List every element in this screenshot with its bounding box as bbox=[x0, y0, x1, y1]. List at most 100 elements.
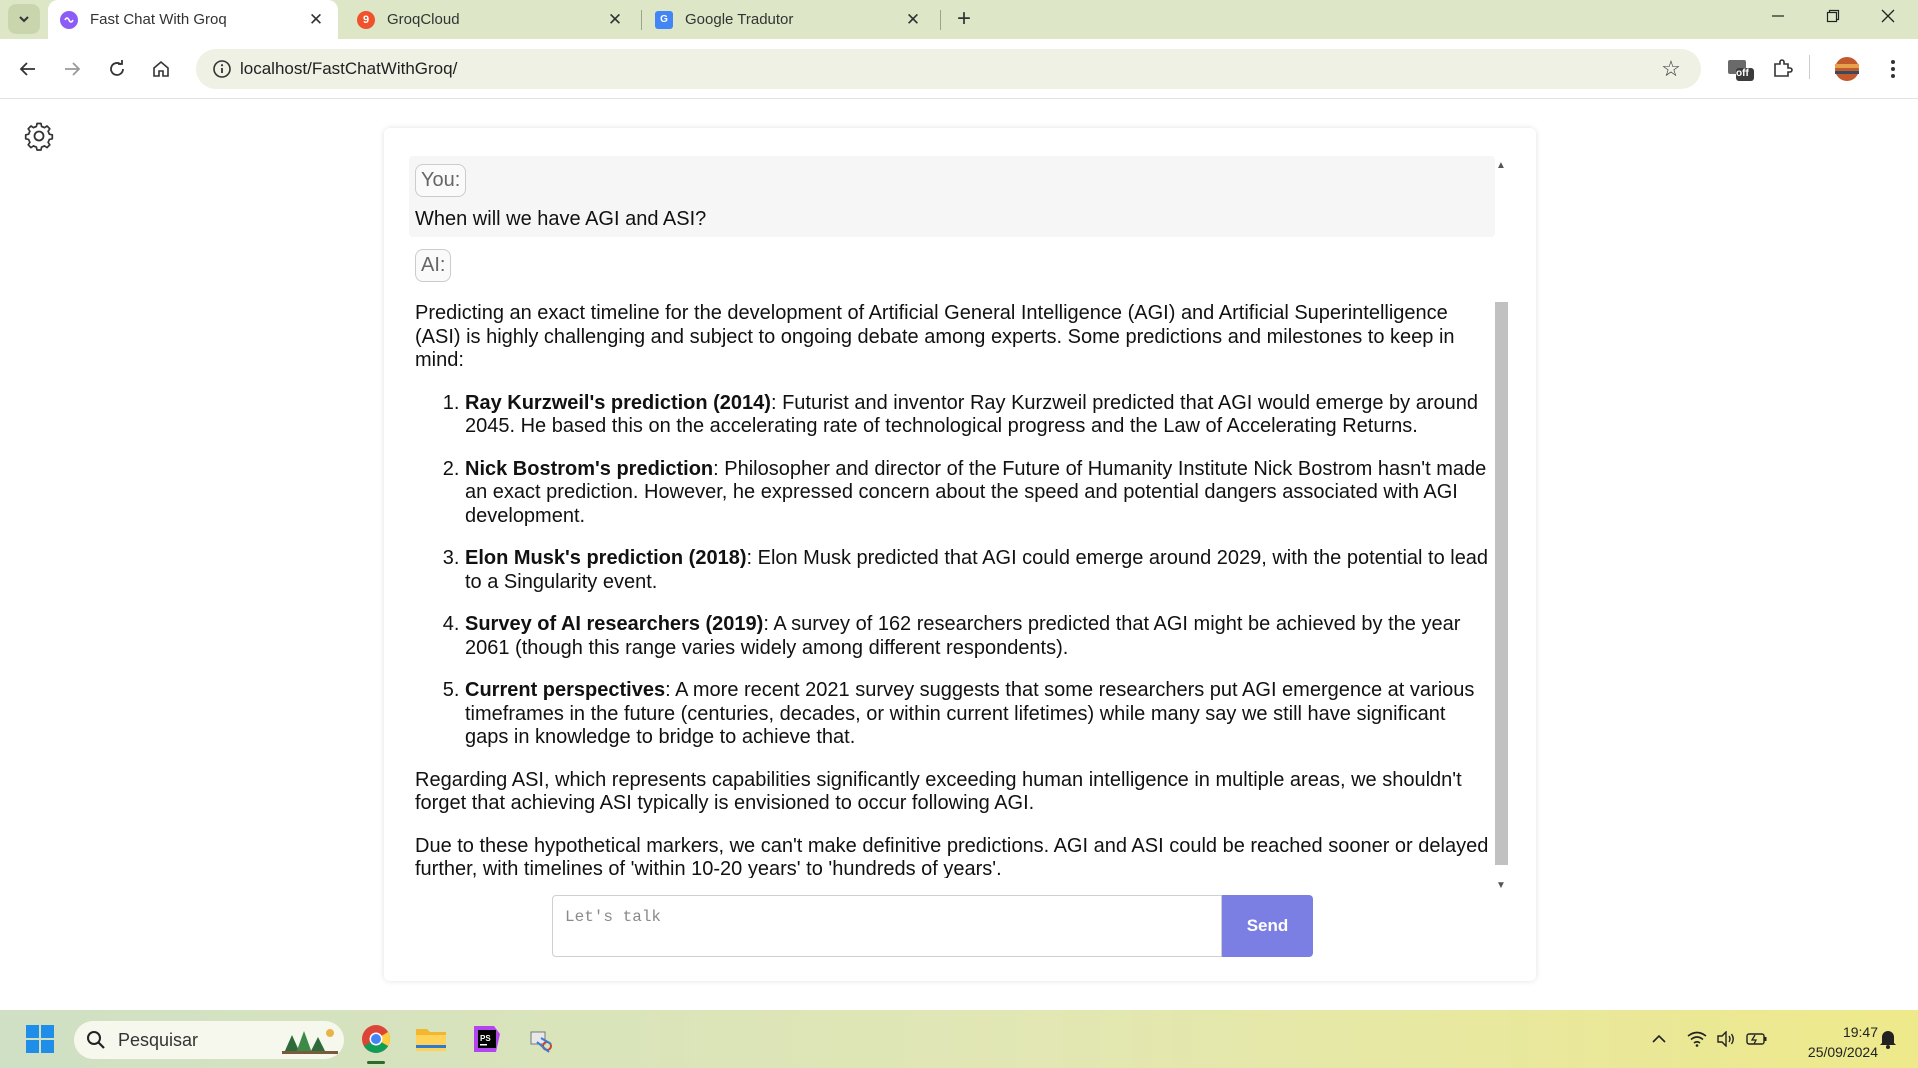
tab-divider bbox=[641, 10, 642, 30]
wifi-icon[interactable] bbox=[1685, 1027, 1709, 1051]
google-translate-favicon-icon: G bbox=[655, 10, 673, 29]
chat-messages[interactable]: You: When will we have AGI and ASI? AI: … bbox=[409, 156, 1495, 878]
taskbar-chrome[interactable] bbox=[356, 1019, 396, 1059]
start-button[interactable] bbox=[20, 1019, 60, 1059]
user-message-text: When will we have AGI and ASI? bbox=[415, 208, 707, 230]
user-label: You: bbox=[415, 164, 467, 197]
list-item-title: Survey of AI researchers (2019) bbox=[465, 613, 764, 635]
close-tab-icon[interactable]: ✕ bbox=[605, 10, 625, 30]
taskbar-snipping-tool[interactable] bbox=[522, 1019, 562, 1059]
list-item: Current perspectives: A more recent 2021… bbox=[465, 679, 1489, 750]
tab-title: Fast Chat With Groq bbox=[90, 11, 227, 28]
settings-button[interactable] bbox=[24, 121, 58, 155]
search-icon bbox=[87, 1031, 105, 1049]
close-window-button[interactable] bbox=[1861, 0, 1915, 32]
ai-label: AI: bbox=[415, 249, 452, 282]
system-clock[interactable]: 19:47 25/09/2024 bbox=[1778, 1022, 1878, 1062]
tab-search-button[interactable] bbox=[8, 4, 40, 34]
battery-icon[interactable] bbox=[1745, 1027, 1769, 1051]
notification-bell-icon[interactable] bbox=[1876, 1027, 1900, 1051]
taskbar-file-explorer[interactable] bbox=[411, 1019, 451, 1059]
close-icon bbox=[1881, 9, 1895, 23]
scrollbar-thumb[interactable] bbox=[1495, 302, 1508, 865]
ai-paragraph: Regarding ASI, which represents capabili… bbox=[415, 768, 1462, 815]
groq-chat-favicon-icon bbox=[60, 10, 78, 29]
extension-off-button[interactable]: off bbox=[1724, 53, 1756, 85]
search-highlight-icon bbox=[282, 1029, 338, 1054]
reload-icon bbox=[110, 60, 124, 76]
scroll-up-icon[interactable]: ▲ bbox=[1492, 156, 1510, 174]
list-item: Elon Musk's prediction (2018): Elon Musk… bbox=[465, 547, 1489, 594]
minimize-icon bbox=[1772, 15, 1784, 17]
ai-paragraph: Due to these hypothetical markers, we ca… bbox=[415, 834, 1489, 879]
extension-badge: off bbox=[1736, 68, 1749, 79]
user-message: You: When will we have AGI and ASI? bbox=[409, 156, 1495, 237]
close-tab-icon[interactable]: ✕ bbox=[306, 10, 326, 30]
clock-time: 19:47 bbox=[1842, 1024, 1878, 1040]
new-tab-button[interactable]: + bbox=[949, 4, 979, 34]
avatar-icon bbox=[1835, 57, 1859, 81]
tab-title: GroqCloud bbox=[387, 11, 460, 28]
folder-icon bbox=[416, 1029, 446, 1051]
list-item-title: Current perspectives bbox=[465, 679, 666, 701]
tab-fast-chat[interactable]: Fast Chat With Groq ✕ bbox=[48, 0, 338, 39]
url-text[interactable]: localhost/FastChatWithGroq/ bbox=[240, 59, 1651, 79]
arrow-left-icon bbox=[19, 62, 35, 76]
clock-date: 25/09/2024 bbox=[1807, 1044, 1878, 1060]
list-item-title: Elon Musk's prediction (2018) bbox=[465, 547, 747, 569]
ai-message-text: Predicting an exact timeline for the dev… bbox=[415, 302, 1489, 878]
forward-button[interactable] bbox=[56, 53, 88, 85]
list-item-title: Nick Bostrom's prediction bbox=[465, 457, 714, 480]
back-button[interactable] bbox=[12, 53, 44, 85]
more-vertical-icon bbox=[1891, 60, 1895, 78]
puzzle-icon bbox=[1774, 59, 1793, 77]
profile-button[interactable] bbox=[1831, 53, 1863, 85]
site-info-icon[interactable] bbox=[204, 59, 240, 79]
list-item: Ray Kurzweil's prediction (2014): Futuri… bbox=[465, 392, 1489, 439]
tab-groqcloud[interactable]: 9 GroqCloud ✕ bbox=[347, 0, 637, 39]
chat-container: You: When will we have AGI and ASI? AI: … bbox=[384, 128, 1536, 981]
browser-tab-bar: Fast Chat With Groq ✕ 9 GroqCloud ✕ G Go… bbox=[0, 0, 1918, 39]
toolbar-divider bbox=[1809, 55, 1810, 79]
svg-text:PS: PS bbox=[480, 1034, 491, 1043]
volume-icon[interactable] bbox=[1714, 1027, 1738, 1051]
scroll-down-icon[interactable]: ▼ bbox=[1492, 876, 1510, 894]
restore-button[interactable] bbox=[1806, 0, 1860, 32]
chat-input-row: Send bbox=[552, 895, 1313, 957]
message-input[interactable] bbox=[552, 895, 1222, 957]
home-icon bbox=[153, 60, 169, 77]
windows-taskbar: Pesquisar PS 19:47 25/09/2024 bbox=[0, 1010, 1918, 1068]
close-tab-icon[interactable]: ✕ bbox=[903, 10, 923, 30]
tab-title: Google Tradutor bbox=[685, 11, 794, 28]
browser-menu-button[interactable] bbox=[1877, 53, 1909, 85]
taskbar-phpstorm[interactable]: PS bbox=[467, 1019, 507, 1059]
ai-intro-paragraph: Predicting an exact timeline for the dev… bbox=[415, 302, 1455, 371]
reload-button[interactable] bbox=[101, 53, 133, 85]
restore-icon bbox=[1826, 9, 1840, 23]
list-item: Survey of AI researchers (2019): A surve… bbox=[465, 613, 1489, 660]
tab-google-tradutor[interactable]: G Google Tradutor ✕ bbox=[645, 0, 935, 39]
taskbar-search[interactable]: Pesquisar bbox=[74, 1021, 344, 1059]
chevron-down-icon bbox=[19, 16, 29, 23]
snipping-tool-icon bbox=[530, 1031, 552, 1053]
send-button[interactable]: Send bbox=[1222, 895, 1313, 957]
active-app-indicator bbox=[367, 1061, 385, 1064]
groqcloud-favicon-icon: 9 bbox=[357, 10, 375, 29]
browser-toolbar: localhost/FastChatWithGroq/ ☆ off bbox=[0, 39, 1918, 99]
tab-divider bbox=[940, 10, 941, 30]
list-item: Nick Bostrom's prediction: Philosopher a… bbox=[465, 458, 1489, 529]
gear-icon bbox=[24, 122, 54, 151]
home-button[interactable] bbox=[145, 53, 177, 85]
windows-logo-icon bbox=[26, 1025, 54, 1053]
ai-message: AI: Predicting an exact timeline for the… bbox=[409, 249, 1495, 878]
extensions-button[interactable] bbox=[1766, 53, 1798, 85]
chat-scrollbar[interactable]: ▲ ▼ bbox=[1492, 156, 1510, 894]
bookmark-star-icon[interactable]: ☆ bbox=[1651, 56, 1691, 82]
address-bar[interactable]: localhost/FastChatWithGroq/ ☆ bbox=[196, 49, 1701, 89]
ai-prediction-list: Ray Kurzweil's prediction (2014): Futuri… bbox=[415, 392, 1489, 750]
tray-overflow-icon[interactable] bbox=[1647, 1027, 1671, 1051]
chrome-icon bbox=[362, 1025, 390, 1053]
search-placeholder: Pesquisar bbox=[118, 1029, 199, 1050]
minimize-button[interactable] bbox=[1751, 0, 1805, 32]
arrow-right-icon bbox=[65, 62, 81, 76]
